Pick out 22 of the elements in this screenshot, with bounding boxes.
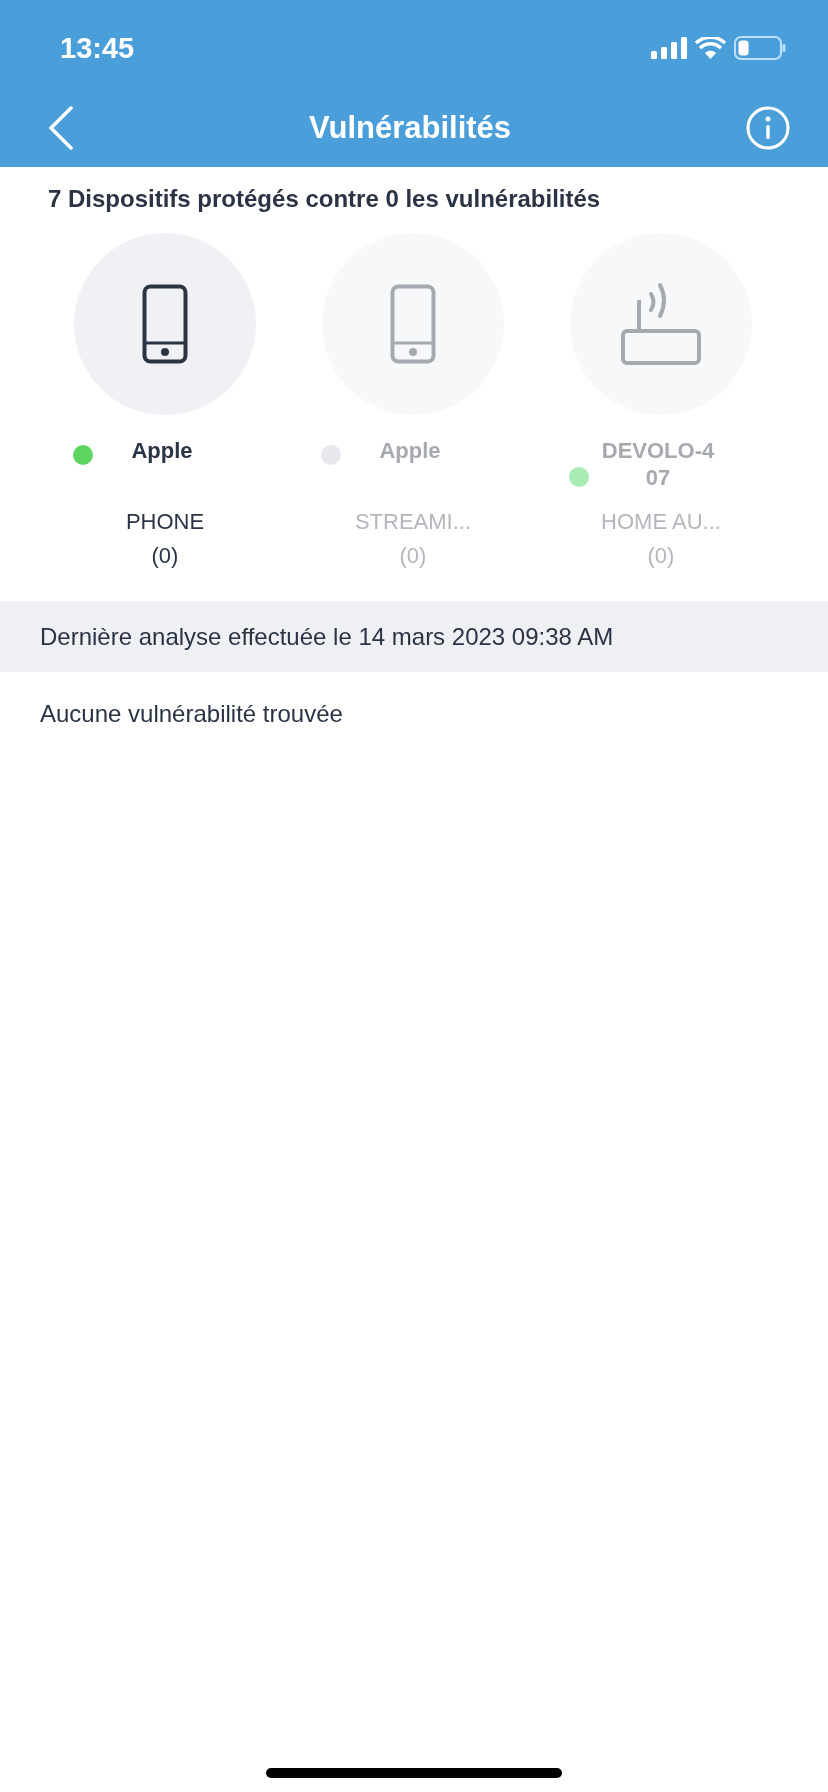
device-type: STREAMI... [354, 509, 472, 535]
device-name: Apple [378, 437, 442, 464]
device-type: PHONE [125, 509, 205, 535]
last-scan-text: Dernière analyse effectuée le 14 mars 2023 09:38 AM [40, 622, 614, 651]
info-icon[interactable] [746, 105, 790, 150]
vulnerability-count: (0) [151, 543, 179, 569]
page-title: Vulnérabilités [308, 109, 512, 146]
device-name: DEVOLO-407 [600, 437, 716, 491]
back-icon[interactable] [48, 105, 74, 150]
result-text: Aucune vulnérabilité trouvée [39, 699, 344, 728]
phone-icon [390, 284, 436, 364]
vulnerability-count: (0) [647, 543, 675, 569]
protection-summary: 7 Dispositifs protégés contre 0 les vulnérabilités [47, 184, 602, 213]
device-type: HOME AU... [601, 509, 721, 535]
device-name: Apple [130, 437, 194, 464]
status-time: 13:45 [60, 30, 135, 65]
phone-icon [142, 284, 188, 364]
battery-icon [734, 36, 786, 60]
wifi-icon [695, 37, 726, 59]
signal-icon [651, 37, 687, 59]
router-icon [620, 282, 702, 366]
vulnerability-count: (0) [399, 543, 427, 569]
